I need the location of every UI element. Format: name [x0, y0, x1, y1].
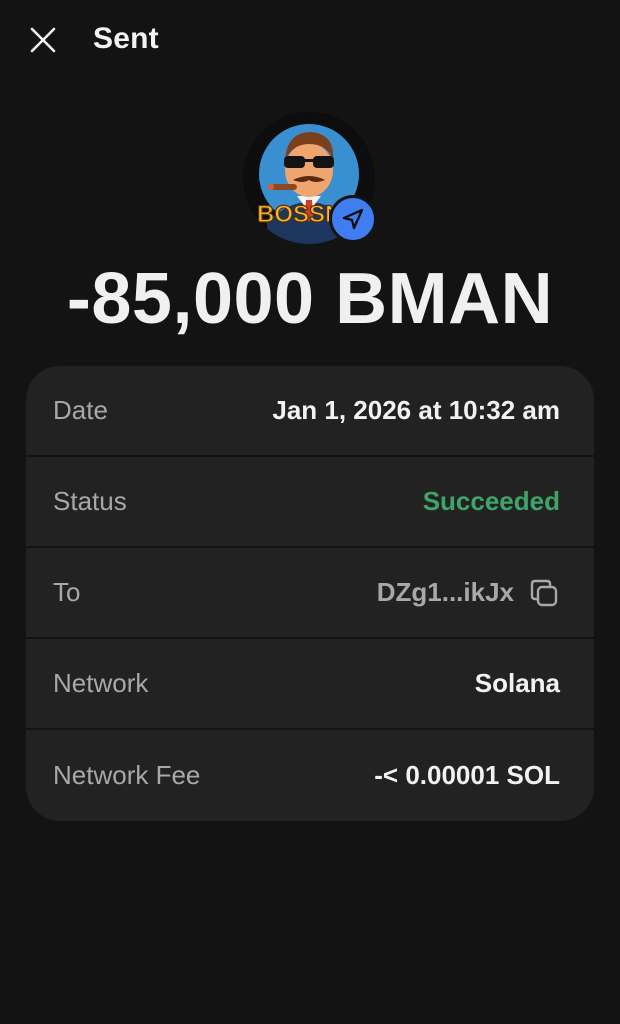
network-fee-value: -< 0.00001 SOL: [374, 760, 560, 790]
to-label: To: [53, 577, 81, 607]
network-fee-label: Network Fee: [53, 760, 201, 790]
date-label: Date: [53, 395, 108, 425]
network-fee-row: Network Fee -< 0.00001 SOL: [26, 730, 594, 821]
page-title: Sent: [93, 22, 159, 55]
status-value: Succeeded: [422, 486, 560, 516]
status-label: Status: [53, 486, 127, 516]
transaction-details-card: Date Jan 1, 2026 at 10:32 am Status Succ…: [26, 366, 594, 821]
to-address-value: DZg1...ikJx: [376, 577, 514, 607]
network-row: Network Solana: [26, 639, 594, 730]
status-row: Status Succeeded: [26, 457, 594, 548]
transaction-amount: -85,000 BMAN: [66, 259, 554, 339]
sent-badge: [329, 195, 377, 243]
close-icon: [30, 27, 56, 53]
to-row: To DZg1...ikJx: [26, 548, 594, 639]
close-button[interactable]: [23, 20, 63, 60]
network-label: Network: [53, 668, 149, 698]
copy-address-button[interactable]: [528, 577, 560, 609]
to-address: DZg1...ikJx: [377, 577, 560, 609]
copy-icon: [530, 579, 558, 606]
network-value: Solana: [474, 668, 560, 698]
date-value: Jan 1, 2026 at 10:32 am: [272, 395, 560, 425]
send-icon: [342, 208, 364, 230]
date-row: Date Jan 1, 2026 at 10:32 am: [26, 366, 594, 457]
header: Sent: [0, 0, 620, 82]
token-avatar: BOSSN: [243, 112, 377, 246]
